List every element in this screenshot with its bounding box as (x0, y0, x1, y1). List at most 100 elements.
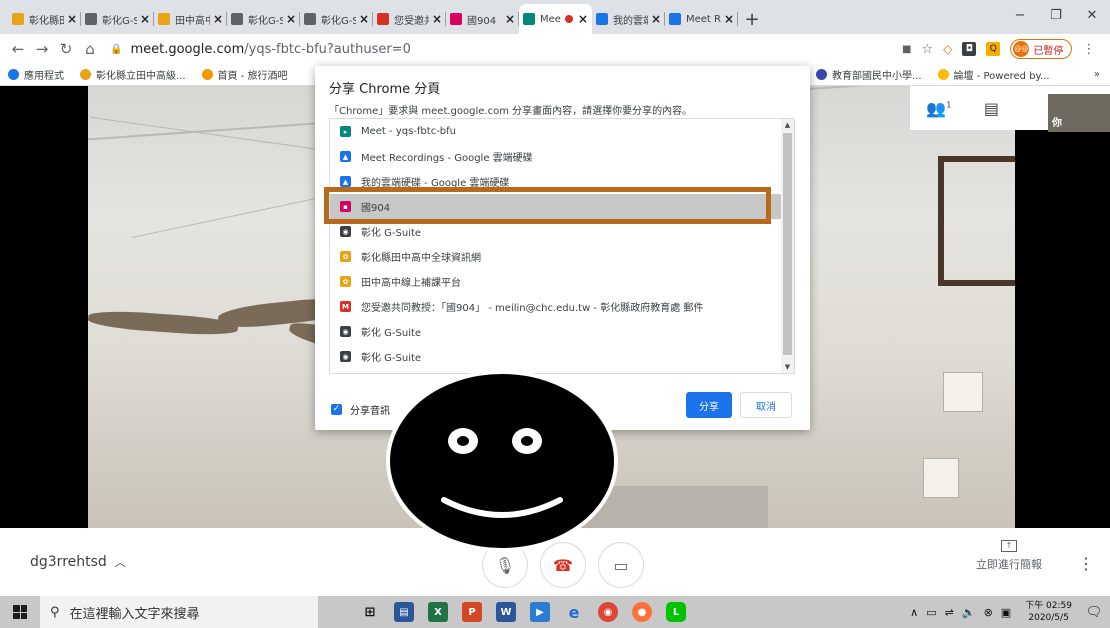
bookmark-item[interactable]: 首頁 - 旅行酒吧 (201, 67, 288, 82)
firefox-icon[interactable]: ● (632, 602, 652, 622)
extension-q-icon[interactable]: Q (986, 42, 1001, 56)
close-tab-icon[interactable]: × (505, 12, 515, 26)
minimize-button[interactable]: − (1002, 0, 1038, 30)
extension-dark-icon[interactable]: ◘ (962, 42, 977, 56)
tab-picker-item[interactable]: ◉ 彰化 G-Suite (330, 319, 794, 344)
browser-tab[interactable]: 彰化G-S × (300, 4, 373, 34)
new-tab-button[interactable]: + (738, 4, 766, 34)
forward-button[interactable]: → (30, 40, 54, 58)
bookmark-item[interactable]: 教育部國民中小學... (816, 67, 922, 82)
bookmark-item[interactable]: 論壇 - Powered by... (937, 67, 1050, 82)
extension-arrow-icon[interactable]: ◇ (943, 42, 952, 56)
browser-tab[interactable]: 我的雲端× (592, 4, 665, 34)
tab-picker-item[interactable]: ▸ Meet - yqs-fbtc-bfu (330, 119, 794, 144)
close-tab-icon[interactable]: × (724, 12, 734, 26)
close-tab-icon[interactable]: × (651, 12, 661, 26)
battery-icon[interactable]: ▭ (926, 606, 936, 619)
app-pinned-icon[interactable]: ▶ (530, 602, 550, 622)
self-view-label: 你 (1052, 118, 1062, 129)
people-icon: 👥 (926, 98, 947, 118)
network-icon[interactable]: ⇌ (945, 606, 954, 619)
close-tab-icon[interactable]: × (67, 12, 77, 26)
excel-icon[interactable]: X (428, 602, 448, 622)
tab-list: 彰化縣田×彰化G-S×田中高中×彰化G-S×彰化G-S×您受邀共×國904×Me… (0, 4, 738, 34)
tab-picker-item[interactable]: ✿ 彰化縣田中高中全球資訊網 (330, 244, 794, 269)
powerpoint-icon[interactable]: P (462, 602, 482, 622)
browser-tab[interactable]: Mee × (519, 4, 592, 34)
bookmark-label: 彰化縣立田中高級... (96, 71, 186, 82)
chrome-icon[interactable]: ◉ (598, 602, 618, 622)
browser-tab[interactable]: 彰化G-S × (227, 4, 300, 34)
globe-icon (304, 13, 316, 25)
menu-icon[interactable]: ⋮ (1082, 42, 1095, 57)
reload-button[interactable]: ↻ (54, 40, 78, 58)
bookmarks-overflow-button[interactable]: » (1094, 69, 1100, 80)
share-button[interactable]: 分享 (686, 392, 732, 418)
scroll-down-icon[interactable]: ▼ (781, 363, 794, 371)
scroll-up-icon[interactable]: ▲ (781, 121, 794, 129)
browser-tab[interactable]: 國904 × (446, 4, 519, 34)
drive-icon (596, 13, 608, 25)
chevron-up-icon[interactable]: ∧ (910, 606, 918, 619)
tab-title: 彰化G-S (248, 15, 283, 27)
close-tab-icon[interactable]: × (213, 12, 223, 26)
self-view-tile[interactable]: 你 (1048, 94, 1110, 132)
chat-icon[interactable]: ▤ (984, 99, 999, 118)
taskbar-search-box[interactable]: ⚲ 在這裡輸入文字來搜尋 (40, 596, 318, 628)
close-window-button[interactable]: ✕ (1074, 0, 1110, 30)
bookmark-item[interactable]: 彰化縣立田中高級... (80, 67, 186, 82)
tab-picker-item[interactable]: M 您受邀共同教授：「國904」 - meilin@chc.edu.tw - 彰化… (330, 294, 794, 319)
restore-button[interactable]: ❐ (1038, 0, 1074, 30)
browser-tab[interactable]: 田中高中× (154, 4, 227, 34)
start-button[interactable] (0, 596, 40, 628)
annotation-highlight-box (324, 187, 771, 224)
tab-picker-item[interactable]: ✿ 田中高中線上補課平台 (330, 269, 794, 294)
browser-tab[interactable]: 彰化縣田× (8, 4, 81, 34)
meeting-details-button[interactable]: dg3rrehtsd ︿ (30, 554, 126, 570)
close-tab-icon[interactable]: × (359, 12, 369, 26)
bookmark-label: 教育部國民中小學... (832, 71, 922, 82)
close-tab-icon[interactable]: × (140, 12, 150, 26)
profile-status: 已暫停 (1033, 45, 1064, 57)
flower-icon (12, 13, 24, 25)
back-button[interactable]: ← (6, 40, 30, 58)
browser-tab[interactable]: Meet Re× (665, 4, 738, 34)
tab-picker-item[interactable]: ▲ Meet Recordings - Google 雲端硬碟 (330, 144, 794, 169)
scrollbar-thumb[interactable] (783, 133, 792, 355)
star-icon[interactable]: ☆ (921, 42, 933, 57)
address-host: meet.google.com (130, 41, 245, 57)
tab-picker-item[interactable]: ◉ 彰化 G-Suite (330, 344, 794, 369)
tab-title: Meet Re (686, 13, 721, 25)
ime-icon[interactable]: ▣ (1001, 606, 1011, 619)
share-audio-checkbox[interactable]: ✓ 分享音訊 (331, 402, 390, 417)
address-bar[interactable]: 🔒 meet.google.com/yqs-fbtc-bfu?authuser=… (110, 37, 890, 61)
cancel-button[interactable]: 取消 (740, 392, 792, 418)
close-tab-icon[interactable]: × (432, 12, 442, 26)
people-button[interactable]: 👥1 (926, 99, 951, 118)
taskbar-clock[interactable]: 下午 02:59 2020/5/5 (1025, 600, 1072, 624)
list-scrollbar[interactable]: ▲ ▼ (781, 119, 794, 373)
internet-explorer-icon[interactable]: e (564, 602, 584, 622)
bookmarks-right: 教育部國民中小學... 論壇 - Powered by... (816, 67, 1066, 82)
browser-tab[interactable]: 您受邀共× (373, 4, 446, 34)
present-now-button[interactable]: ↑ 立即進行簡報 (976, 540, 1042, 572)
file-explorer-icon[interactable]: ▤ (394, 602, 414, 622)
bookmark-item[interactable]: 應用程式 (8, 67, 64, 82)
profile-button[interactable]: @@ 已暫停 (1010, 39, 1073, 59)
wall-outlet (923, 458, 959, 498)
close-tab-icon[interactable]: × (578, 12, 588, 26)
more-options-icon[interactable]: ⋮ (1078, 554, 1094, 573)
windows-logo-icon (13, 605, 27, 619)
dialog-title: 分享 Chrome 分頁 (329, 82, 441, 97)
status-icon[interactable]: ⊗ (984, 606, 993, 619)
tab-picker-list[interactable]: ▸ Meet - yqs-fbtc-bfu ▲ Meet Recordings - G… (329, 118, 795, 374)
browser-tab[interactable]: 彰化G-S × (81, 4, 154, 34)
word-icon[interactable]: W (496, 602, 516, 622)
close-tab-icon[interactable]: × (286, 12, 296, 26)
line-icon[interactable]: L (666, 602, 686, 622)
camera-icon[interactable]: ■ (902, 44, 911, 55)
home-button[interactable]: ⌂ (78, 40, 102, 58)
task-view-icon[interactable]: ⊞ (360, 602, 380, 622)
notification-center-icon[interactable]: 🗨 (1084, 605, 1104, 620)
volume-icon[interactable]: 🔈 (962, 606, 976, 619)
